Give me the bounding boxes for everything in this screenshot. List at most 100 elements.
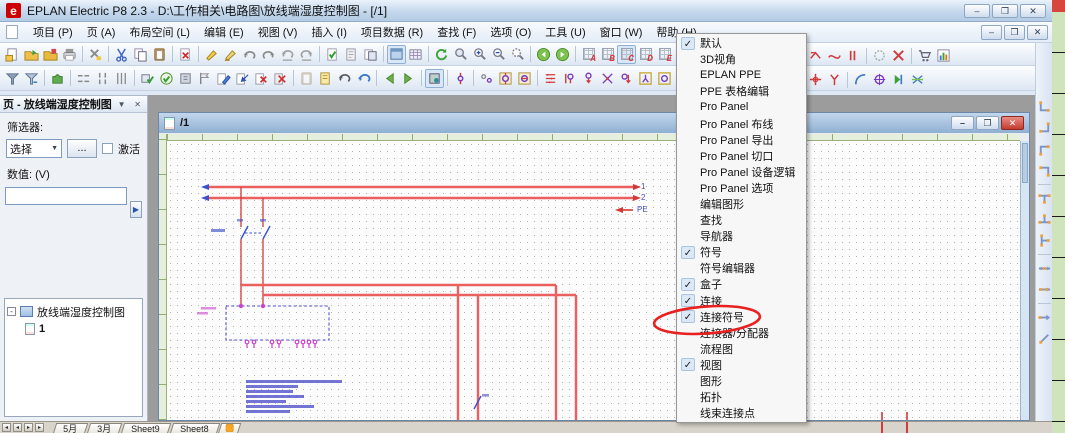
interruption-point-icon[interactable] [806,46,825,65]
sheet-nav-first-icon[interactable]: ◂ [2,423,11,432]
symbol-boxed2-icon[interactable] [515,69,534,88]
t-node-up-icon[interactable] [1036,210,1053,229]
scale-d-icon[interactable]: D [636,45,655,64]
menu-item-pro-panel-export[interactable]: Pro Panel 导出 [678,132,805,148]
junction-vertical-icon[interactable] [1036,280,1053,299]
zoom-window-icon[interactable] [508,45,527,64]
menu-options[interactable]: 选项 (O) [483,22,538,42]
scale-e-icon[interactable]: E [655,45,674,64]
menu-item-symbol-editor[interactable]: 符号编辑器 [678,260,805,276]
delete-placeholder-icon[interactable] [889,46,908,65]
corner-up-left-icon[interactable] [1036,161,1053,180]
symbol-boxed-icon[interactable] [496,69,515,88]
t-node-down-icon[interactable] [1036,189,1053,208]
menu-item-find[interactable]: 查找 [678,212,805,228]
menu-item-ppe-table-edit[interactable]: PPE 表格编辑 [678,83,805,99]
delete-icon[interactable] [176,45,195,64]
scale-c-icon[interactable]: C [617,45,636,64]
undo-list-icon[interactable] [278,45,297,64]
menu-item-view[interactable]: ✓视图 [678,357,805,373]
child-restore-button[interactable]: ❐ [976,116,999,130]
align-both-icon[interactable] [112,69,131,88]
activate-checkbox[interactable] [102,143,113,154]
sheet-nav-next-icon[interactable]: ▸ [24,423,33,432]
menu-item-graphics[interactable]: 图形 [678,373,805,389]
assign-format-icon[interactable] [221,45,240,64]
scale-a-icon[interactable]: A [579,45,598,64]
menu-item-harness-connection-point[interactable]: 线束连接点 [678,405,805,421]
open-project-icon[interactable] [22,45,41,64]
menu-item-boxes[interactable]: ✓盒子 [678,276,805,292]
rotate-icon[interactable] [335,69,354,88]
terminal-strip-icon[interactable] [541,69,560,88]
menu-item-connectors[interactable]: 连接器/分配器 [678,325,805,341]
redo-icon[interactable] [259,45,278,64]
copy-format-icon[interactable] [202,45,221,64]
redo-list-icon[interactable] [297,45,316,64]
arc-tool-icon[interactable] [851,70,870,89]
edit-pencil-icon[interactable] [214,69,233,88]
cable-definition-icon[interactable] [825,46,844,65]
diagonal-connection-icon[interactable] [1036,329,1053,348]
minimize-button[interactable]: – [964,4,990,18]
mdi-restore-button[interactable]: ❐ [1004,25,1025,40]
symbol-y-boxed-icon[interactable] [636,69,655,88]
tree-root-node[interactable]: - 放线端湿度控制图 [7,303,140,320]
scale-b-icon[interactable]: B [598,45,617,64]
red-branch-icon[interactable] [825,70,844,89]
sheet-tab-1[interactable]: 5月 [52,423,89,433]
value-input[interactable] [5,187,127,205]
t-node-symbol-icon[interactable] [560,69,579,88]
page-back-icon[interactable] [534,45,553,64]
page-preview-icon[interactable] [342,45,361,64]
menu-item-connection-symbols[interactable]: ✓连接符号 [678,309,805,325]
sheet-tab-3[interactable]: Sheet9 [120,423,171,433]
device-box-icon[interactable] [425,69,444,88]
paste-disabled-icon[interactable] [297,69,316,88]
terminal-symbol-icon[interactable] [451,69,470,88]
filter-select[interactable]: 选择▼ [6,139,62,158]
filter-view-icon[interactable] [3,69,22,88]
child-minimize-button[interactable]: – [951,116,974,130]
delete-assignment-icon[interactable] [252,69,271,88]
menu-view[interactable]: 视图 (V) [251,22,305,42]
connection-cross-icon[interactable] [598,69,617,88]
vertical-scrollbar[interactable] [1020,141,1029,420]
align-horizontal-icon[interactable] [74,69,93,88]
filter-edit-icon[interactable] [22,69,41,88]
table-view-icon[interactable] [406,45,425,64]
menu-item-topology[interactable]: 拓扑 [678,389,805,405]
menu-item-pro-panel-routing[interactable]: Pro Panel 布线 [678,115,805,131]
menu-item-connections[interactable]: ✓连接 [678,293,805,309]
assign-arrow-icon[interactable] [233,69,252,88]
mdi-minimize-button[interactable]: – [981,25,1002,40]
next-icon[interactable] [399,69,418,88]
menu-edit[interactable]: 编辑 (E) [197,22,251,42]
zoom-out-icon[interactable] [489,45,508,64]
menu-window[interactable]: 窗口 (W) [593,22,650,42]
connection-down-icon[interactable] [579,69,598,88]
new-macro-icon[interactable] [316,69,335,88]
sheet-nav-prev-icon[interactable]: ◂ [13,423,22,432]
workbook-window-icon[interactable] [387,45,406,64]
schematic-canvas[interactable]: 1 2 PE [167,141,1020,420]
new-page-icon[interactable] [3,45,22,64]
menu-item-navigator[interactable]: 导航器 [678,228,805,244]
corner-down-right-icon[interactable] [1036,98,1053,117]
t-node-right-icon[interactable] [1036,231,1053,250]
menu-find[interactable]: 查找 (F) [430,22,483,42]
report-chart-icon[interactable] [934,46,953,65]
maximize-button[interactable]: ❐ [992,4,1018,18]
menu-insert[interactable]: 插入 (I) [304,22,353,42]
paste-icon[interactable] [150,45,169,64]
placeholder-object-icon[interactable] [870,46,889,65]
mdi-close-button[interactable]: ✕ [1027,25,1048,40]
sheet-nav-last-icon[interactable]: ▸ [35,423,44,432]
shield-connection-icon[interactable] [844,46,863,65]
plugin-puzzle-icon[interactable] [48,69,67,88]
corner-up-right-icon[interactable] [1036,140,1053,159]
menu-project-data[interactable]: 项目数据 (R) [354,22,430,42]
menu-item-pro-panel[interactable]: Pro Panel [678,99,805,115]
cut-icon[interactable] [112,45,131,64]
menu-item-pro-panel-options[interactable]: Pro Panel 选项 [678,180,805,196]
